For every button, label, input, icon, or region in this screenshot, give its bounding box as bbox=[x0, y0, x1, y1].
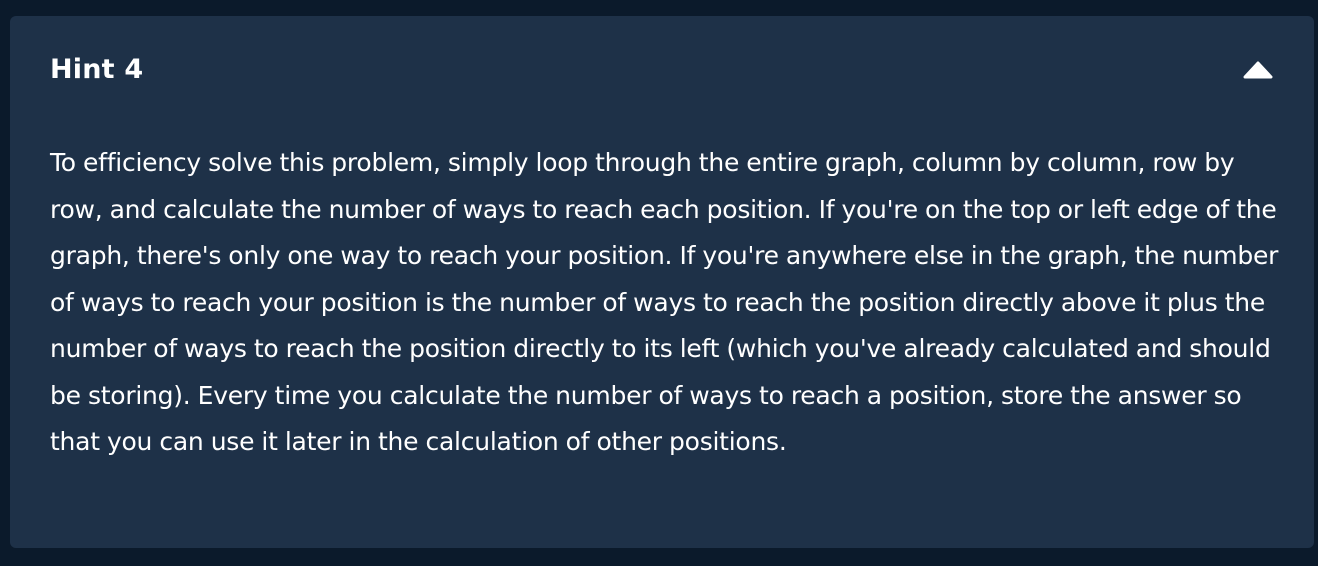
hint-title: Hint 4 bbox=[50, 54, 144, 85]
hint-header-toggle[interactable]: Hint 4 bbox=[10, 16, 1314, 122]
hint-text: To efficiency solve this problem, simply… bbox=[50, 148, 1279, 456]
hint-body: To efficiency solve this problem, simply… bbox=[50, 140, 1282, 466]
chevron-up-icon[interactable] bbox=[1242, 58, 1274, 80]
hint-panel: Hint 4 To efficiency solve this problem,… bbox=[10, 16, 1314, 548]
